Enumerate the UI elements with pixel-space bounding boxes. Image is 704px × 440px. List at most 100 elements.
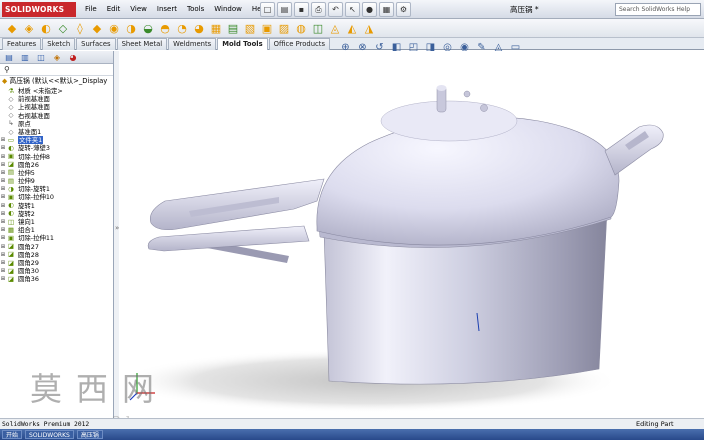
tree-item[interactable]: ⊞ ▣ 切除-拉伸8 (0, 153, 113, 161)
tree-item[interactable]: ⊞ ◑ 切除-旋转1 (0, 185, 113, 193)
pressure-valve-top (436, 85, 447, 91)
tree-item-label: 圆角28 (18, 250, 39, 259)
tab-office-products[interactable]: Office Products (268, 38, 330, 50)
tree-item[interactable]: ⊞ ▤ 拉伸9 (0, 177, 113, 185)
tree-item-label: 原点 (18, 119, 31, 128)
tree-item[interactable]: ⊞ ▭ 文件夹1 (0, 136, 113, 145)
fillet-icon: ◪ (7, 243, 15, 251)
menu-view[interactable]: View (125, 0, 152, 19)
print-icon[interactable]: ⎙ (311, 2, 326, 17)
tree-item[interactable]: ⊞ ▣ 切除-拉伸10 (0, 193, 113, 201)
swept-boss-icon[interactable]: ◐ (38, 21, 54, 36)
tree-item[interactable]: ↳ 原点 (0, 120, 113, 128)
menu-insert[interactable]: Insert (152, 0, 182, 19)
tree-item[interactable]: ⊞ ▦ 组合1 (0, 226, 113, 234)
solidworks-window: SOLIDWORKS File Edit View Insert Tools Window… (0, 0, 704, 440)
tree-item-label: 拉伸5 (18, 168, 35, 177)
feature-manager-panel: ▤ ▥ ◫ ◈ ◕ ⚲ ◆ 高压锅 (默认<<默认>_Display ⚗ 材质 <… (0, 51, 114, 418)
wrap-icon[interactable]: ▨ (276, 21, 292, 36)
tree-item[interactable]: ◇ 前视基准面 (0, 95, 113, 103)
shell-icon[interactable]: ▣ (259, 21, 275, 36)
tab-surfaces[interactable]: Surfaces (76, 38, 116, 50)
tree-item-label: 切除-旋转1 (18, 185, 50, 194)
rebuild-icon[interactable]: ● (362, 2, 377, 17)
reference-geometry-icon[interactable]: ◬ (327, 21, 343, 36)
tree-item-label: 切除-拉伸11 (18, 234, 55, 243)
tree-item[interactable]: ⊞ ◐ 旋转2 (0, 210, 113, 218)
revolved-boss-icon[interactable]: ◈ (21, 21, 37, 36)
curves-icon[interactable]: ◭ (344, 21, 360, 36)
tab-sketch[interactable]: Sketch (42, 38, 76, 50)
tree-item[interactable]: ⊞ ▤ 拉伸5 (0, 169, 113, 177)
plane-icon: ◇ (8, 103, 14, 111)
menu-edit[interactable]: Edit (102, 0, 126, 19)
fillet-icon: ◪ (7, 275, 15, 283)
rib-icon[interactable]: ▤ (225, 21, 241, 36)
new-document-icon[interactable]: □ (260, 2, 275, 17)
taskbar-item[interactable]: SOLIDWORKS (25, 430, 74, 439)
save-icon[interactable]: ▪ (294, 2, 309, 17)
help-search-input[interactable]: Search SolidWorks Help (615, 3, 701, 16)
tab-features[interactable]: Features (2, 38, 42, 50)
feature-manager-tab-icon[interactable]: ▤ (2, 52, 16, 63)
open-folder-icon[interactable]: ▤ (277, 2, 292, 17)
draft-icon[interactable]: ▧ (242, 21, 258, 36)
tree-root-part[interactable]: ◆ 高压锅 (默认<<默认>_Display (0, 76, 113, 87)
plane-icon: ◇ (8, 95, 14, 103)
pressure-cooker-model (119, 85, 664, 413)
undo-icon[interactable]: ↶ (328, 2, 343, 17)
display-manager-tab-icon[interactable]: ◕ (66, 52, 80, 63)
tree-item-label: 上视基准面 (18, 103, 50, 112)
tree-item[interactable]: ◇ 基准面1 (0, 128, 113, 136)
menu-tools[interactable]: Tools (182, 0, 209, 19)
tree-item[interactable]: ⚗ 材质 <未指定> (0, 87, 113, 95)
property-manager-tab-icon[interactable]: ▥ (18, 52, 32, 63)
tree-item[interactable]: ⊞ ◐ 旋转-薄壁3 (0, 144, 113, 152)
menu-window[interactable]: Window (209, 0, 247, 19)
linear-pattern-icon[interactable]: ▦ (208, 21, 224, 36)
tree-item[interactable]: ⊞ ◫ 镜向1 (0, 218, 113, 226)
dimxpert-tab-icon[interactable]: ◈ (50, 52, 64, 63)
tree-item[interactable]: ⊞ ◪ 圆角27 (0, 243, 113, 251)
swept-cut-icon[interactable]: ◒ (140, 21, 156, 36)
tree-item[interactable]: ⊞ ◐ 旋转1 (0, 202, 113, 210)
menu-file[interactable]: File (80, 0, 102, 19)
tab-mold-tools[interactable]: Mold Tools (217, 38, 268, 50)
tree-item[interactable]: ⊞ ▣ 切除-拉伸11 (0, 234, 113, 242)
file-properties-icon[interactable]: ▦ (379, 2, 394, 17)
revolve-icon: ◐ (8, 202, 14, 210)
revolved-cut-icon[interactable]: ◑ (123, 21, 139, 36)
taskbar-item[interactable]: 开始 (2, 430, 23, 439)
mirror-icon[interactable]: ◫ (310, 21, 326, 36)
extruded-boss-icon[interactable]: ◆ (4, 21, 20, 36)
tree-item-label: 右视基准面 (18, 111, 50, 120)
graphics-area[interactable] (119, 51, 704, 418)
options-icon[interactable]: ⚙ (396, 2, 411, 17)
instant3d-icon[interactable]: ◮ (361, 21, 377, 36)
extruded-cut-icon[interactable]: ◆ (89, 21, 105, 36)
tree-item[interactable]: ◇ 上视基准面 (0, 103, 113, 111)
cut-extrude-icon: ▣ (7, 194, 15, 202)
fillet-icon[interactable]: ◕ (191, 21, 207, 36)
lofted-cut-icon[interactable]: ◓ (157, 21, 173, 36)
taskbar-item[interactable]: 高压锅 (76, 430, 103, 439)
title-bar: SOLIDWORKS File Edit View Insert Tools Window… (0, 0, 704, 19)
tree-item[interactable]: ⊞ ◪ 圆角36 (0, 275, 113, 283)
tab-weldments[interactable]: Weldments (168, 38, 217, 50)
tree-item[interactable]: ⊞ ◪ 圆角30 (0, 267, 113, 275)
boundary-boss-icon[interactable]: ◊ (72, 21, 88, 36)
dome-icon[interactable]: ◍ (293, 21, 309, 36)
boundary-cut-icon[interactable]: ◔ (174, 21, 190, 36)
tree-item[interactable]: ⊞ ◪ 圆角26 (0, 161, 113, 169)
tree-item[interactable]: ⊞ ◪ 圆角29 (0, 259, 113, 267)
filter-icon[interactable]: ⚲ (0, 64, 113, 76)
hole-wizard-icon[interactable]: ◉ (106, 21, 122, 36)
tree-item[interactable]: ⊞ ◪ 圆角28 (0, 251, 113, 259)
lofted-boss-icon[interactable]: ◇ (55, 21, 71, 36)
tree-item[interactable]: ◇ 右视基准面 (0, 112, 113, 120)
folder-icon: ▭ (7, 136, 15, 144)
configuration-manager-tab-icon[interactable]: ◫ (34, 52, 48, 63)
plane-icon: ◇ (8, 112, 14, 120)
select-arrow-icon[interactable]: ↖ (345, 2, 360, 17)
tab-sheet-metal[interactable]: Sheet Metal (116, 38, 168, 50)
